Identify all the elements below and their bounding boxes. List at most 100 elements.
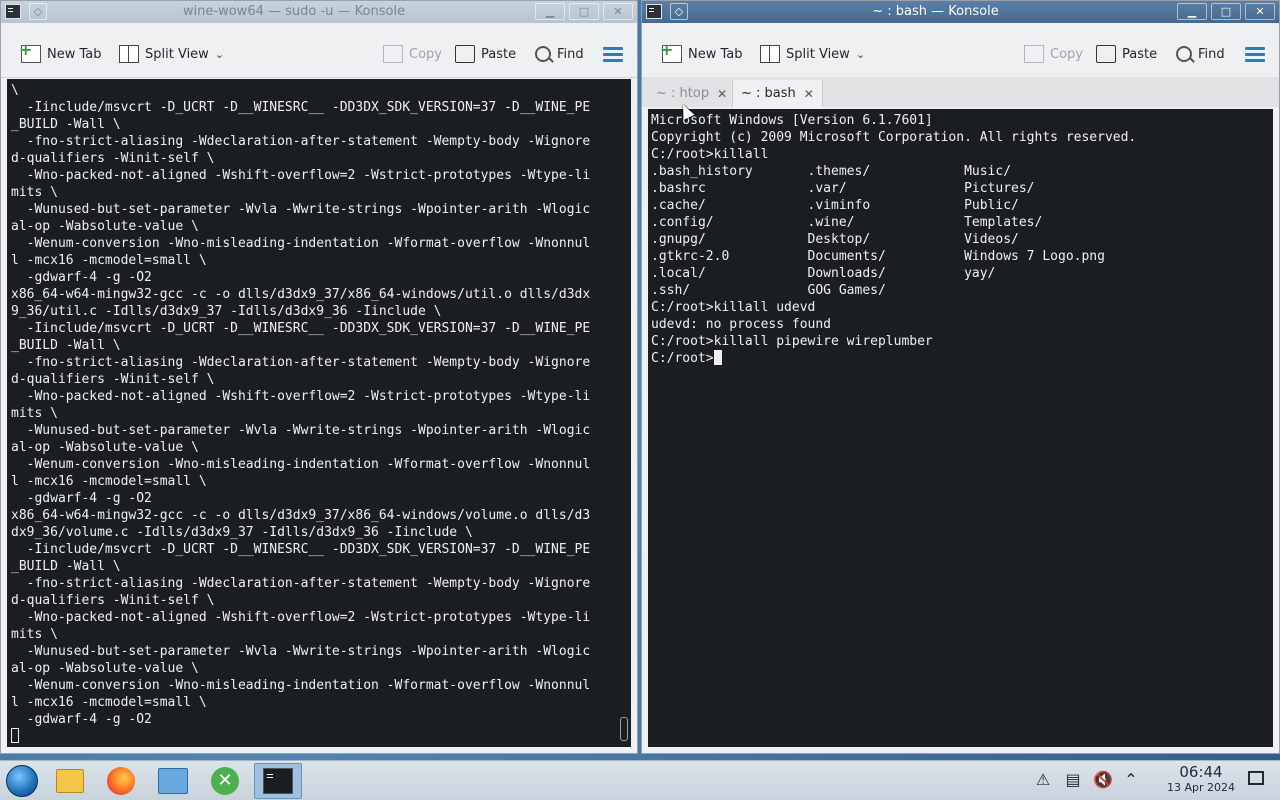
copy-button[interactable]: Copy xyxy=(383,43,442,65)
terminal-output[interactable]: \ -Iinclude/msvcrt -D_UCRT -D__WINESRC__… xyxy=(7,79,631,747)
toolbar: New Tab Split View ⌄ Copy Paste Find xyxy=(1,31,637,78)
paste-button[interactable]: Paste xyxy=(1096,43,1157,65)
split-view-label: Split View xyxy=(145,46,209,62)
clipboard-icon[interactable]: ▤ xyxy=(1062,769,1084,791)
terminal-line: C:/root>killall udevd xyxy=(651,300,816,315)
terminal-line: -Wenum-conversion -Wno-misleading-indent… xyxy=(11,457,591,472)
terminal-line: -Wno-packed-not-aligned -Wshift-overflow… xyxy=(11,168,591,183)
new-tab-label: New Tab xyxy=(47,46,102,62)
copy-icon xyxy=(383,45,403,63)
konsole-icon[interactable] xyxy=(646,4,662,19)
minimize-button[interactable]: ▁ xyxy=(535,3,565,20)
split-view-button[interactable]: Split View ⌄ xyxy=(119,43,224,65)
terminal-line: -gdwarf-4 -g -O2 xyxy=(11,712,152,727)
scrollbar[interactable] xyxy=(620,717,628,741)
split-view-button[interactable]: Split View ⌄ xyxy=(760,43,865,65)
clock[interactable]: 06:44 13 Apr 2024 xyxy=(1166,763,1236,795)
tab-htop[interactable]: ~ : htop ✕ xyxy=(648,80,735,107)
terminal-line: l -mcx16 -mcmodel=small \ xyxy=(11,253,207,268)
terminal-line: .config/ .wine/ Templates/ xyxy=(651,215,1043,230)
hamburger-menu-icon[interactable] xyxy=(1245,47,1265,62)
terminal-line: -gdwarf-4 -g -O2 xyxy=(11,491,152,506)
split-view-icon xyxy=(119,45,139,63)
terminal-line: -fno-strict-aliasing -Wdeclaration-after… xyxy=(11,134,591,149)
clock-date: 13 Apr 2024 xyxy=(1166,781,1235,794)
terminal-line: Copyright (c) 2009 Microsoft Corporation… xyxy=(651,130,1137,145)
left-konsole-window[interactable]: ◇ wine-wow64 — sudo -u — Konsole ▁ □ ✕ N… xyxy=(0,0,638,754)
maximize-button[interactable]: □ xyxy=(569,3,599,20)
taskbar-app-firefox[interactable] xyxy=(101,763,141,799)
paste-icon xyxy=(455,45,475,63)
close-tab-icon[interactable]: ✕ xyxy=(717,87,727,101)
find-icon xyxy=(535,46,551,62)
tab-label: ~ : bash xyxy=(741,86,796,101)
find-button[interactable]: Find xyxy=(535,43,584,65)
prompt: C:/root> xyxy=(651,351,714,366)
find-button[interactable]: Find xyxy=(1176,43,1225,65)
find-icon xyxy=(1176,46,1192,62)
title-bar[interactable]: ◇ wine-wow64 — sudo -u — Konsole ▁ □ ✕ xyxy=(1,1,637,23)
terminal-line: mits \ xyxy=(11,627,58,642)
minimize-button[interactable]: ▁ xyxy=(1177,3,1207,20)
new-tab-icon xyxy=(660,40,682,63)
terminal-line: d-qualifiers -Winit-self \ xyxy=(11,593,215,608)
terminal-line: 9_36/util.c -Idlls/d3dx9_37 -Idlls/d3dx9… xyxy=(11,304,442,319)
terminal-line: -Wunused-but-set-parameter -Wvla -Wwrite… xyxy=(11,423,591,438)
terminal-line: .bash_history .themes/ Music/ xyxy=(651,164,1012,179)
terminal-line: d-qualifiers -Winit-self \ xyxy=(11,372,215,387)
firefox-icon xyxy=(107,767,135,795)
new-tab-button[interactable]: New Tab xyxy=(19,40,102,65)
hamburger-menu-icon[interactable] xyxy=(603,47,623,62)
alert-icon[interactable]: ⚠ xyxy=(1032,769,1054,791)
toolbar: New Tab Split View ⌄ Copy Paste Find xyxy=(642,31,1279,78)
terminal-line: -Wno-packed-not-aligned -Wshift-overflow… xyxy=(11,389,591,404)
maximize-button[interactable]: □ xyxy=(1211,3,1241,20)
terminal-line: -Wenum-conversion -Wno-misleading-indent… xyxy=(11,678,591,693)
terminal-line: l -mcx16 -mcmodel=small \ xyxy=(11,695,207,710)
show-desktop-icon[interactable] xyxy=(1248,771,1264,785)
terminal-line: -Iinclude/msvcrt -D_UCRT -D__WINESRC__ -… xyxy=(11,100,591,115)
chevron-up-icon[interactable]: ⌃ xyxy=(1120,769,1142,791)
volume-muted-icon[interactable]: 🔇 xyxy=(1092,769,1114,791)
taskbar-app-tools[interactable]: ✕ xyxy=(205,763,245,799)
terminal-line: _BUILD -Wall \ xyxy=(11,559,121,574)
terminal-line: .gnupg/ Desktop/ Videos/ xyxy=(651,232,1019,247)
terminal-line: -fno-strict-aliasing -Wdeclaration-after… xyxy=(11,576,591,591)
terminal-cursor xyxy=(11,728,19,743)
start-button[interactable] xyxy=(2,763,42,799)
files-icon xyxy=(56,769,84,793)
konsole-icon[interactable] xyxy=(5,4,21,19)
taskbar-app-settings[interactable] xyxy=(153,763,193,799)
find-label: Find xyxy=(557,46,584,62)
title-bar[interactable]: ◇ ~ : bash — Konsole ▁ □ ✕ xyxy=(642,1,1279,23)
tab-bash[interactable]: ~ : bash ✕ xyxy=(732,80,823,107)
paste-button[interactable]: Paste xyxy=(455,43,516,65)
terminal-line: _BUILD -Wall \ xyxy=(11,338,121,353)
terminal-line: -Iinclude/msvcrt -D_UCRT -D__WINESRC__ -… xyxy=(11,321,591,336)
taskbar-app-konsole[interactable] xyxy=(254,763,302,799)
tab-bar: ~ : htop ✕ ~ : bash ✕ xyxy=(642,77,1279,107)
close-tab-icon[interactable]: ✕ xyxy=(804,87,814,101)
konsole-icon xyxy=(263,768,293,794)
terminal-line: -Wunused-but-set-parameter -Wvla -Wwrite… xyxy=(11,202,591,217)
pin-icon[interactable]: ◇ xyxy=(670,3,688,20)
taskbar-app-files[interactable] xyxy=(50,763,90,799)
terminal-line: l -mcx16 -mcmodel=small \ xyxy=(11,474,207,489)
terminal-line: dx9_36/volume.c -Idlls/d3dx9_37 -Idlls/d… xyxy=(11,525,473,540)
close-button[interactable]: ✕ xyxy=(1245,3,1275,20)
terminal-line: \ xyxy=(11,83,19,98)
close-button[interactable]: ✕ xyxy=(603,3,633,20)
copy-button[interactable]: Copy xyxy=(1024,43,1083,65)
terminal-output[interactable]: Microsoft Windows [Version 6.1.7601] Copy… xyxy=(648,109,1273,747)
terminal-line: -fno-strict-aliasing -Wdeclaration-after… xyxy=(11,355,591,370)
terminal-cursor xyxy=(713,350,722,365)
new-tab-button[interactable]: New Tab xyxy=(660,40,743,65)
terminal-line: -gdwarf-4 -g -O2 xyxy=(11,270,152,285)
pin-icon[interactable]: ◇ xyxy=(29,3,47,20)
right-konsole-window[interactable]: ◇ ~ : bash — Konsole ▁ □ ✕ New Tab Split… xyxy=(641,0,1280,754)
terminal-line: _BUILD -Wall \ xyxy=(11,117,121,132)
terminal-line: C:/root>killall xyxy=(651,147,769,162)
copy-label: Copy xyxy=(409,46,442,62)
tab-label: ~ : htop xyxy=(656,86,710,101)
split-view-label: Split View xyxy=(786,46,850,62)
